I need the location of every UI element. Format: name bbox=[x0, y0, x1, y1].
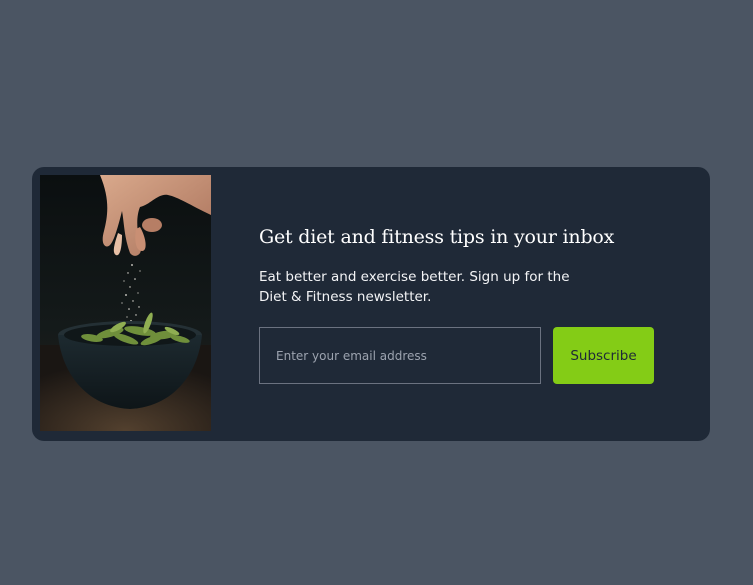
email-input[interactable] bbox=[259, 327, 541, 384]
newsletter-card: Get diet and fitness tips in your inbox … bbox=[32, 167, 710, 441]
newsletter-title: Get diet and fitness tips in your inbox bbox=[259, 226, 615, 248]
newsletter-photo bbox=[40, 175, 211, 431]
newsletter-description: Eat better and exercise better. Sign up … bbox=[259, 269, 570, 305]
subscribe-button[interactable]: Subscribe bbox=[553, 327, 654, 384]
